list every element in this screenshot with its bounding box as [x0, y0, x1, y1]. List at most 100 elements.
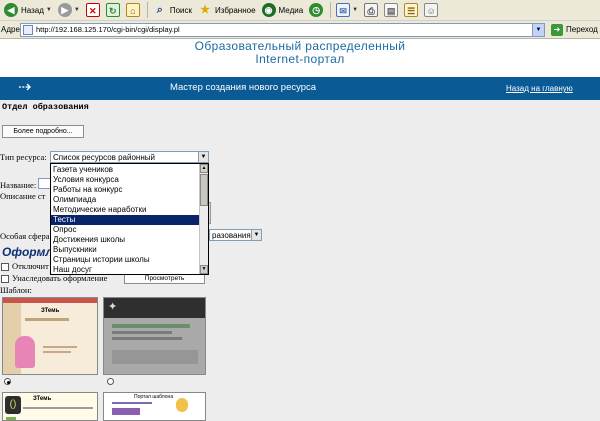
disable-checkbox[interactable]	[1, 263, 9, 271]
thumb-title: Портал шаблона	[134, 394, 174, 400]
discuss-button[interactable]: ☰	[402, 1, 420, 19]
thumb-figure	[176, 398, 188, 412]
refresh-button[interactable]: ↻	[104, 1, 122, 19]
printer-icon: ⎙	[364, 3, 379, 17]
thumb-block	[112, 408, 140, 415]
dropdown-option[interactable]: Работы на конкурс	[51, 185, 200, 195]
template-thumb-4[interactable]: Портал шаблона	[103, 392, 206, 421]
resource-type-select[interactable]: Список ресурсов районный ▼	[50, 151, 209, 163]
dropdown-option[interactable]: Олимпиада	[51, 195, 200, 205]
history-button[interactable]: ◷	[307, 1, 325, 19]
design-heading: Оформл	[2, 245, 53, 259]
dropdown-option[interactable]: Наш досуг	[51, 265, 200, 274]
mail-icon: ✉	[336, 3, 351, 17]
media-label: Медиа	[278, 5, 304, 15]
forward-button[interactable]: ▶ ▼	[56, 1, 82, 19]
thumb-line	[112, 337, 182, 340]
dropdown-option[interactable]: Выпускники	[51, 245, 200, 255]
template-radio-2[interactable]	[107, 378, 114, 385]
messenger-icon: ☺	[424, 3, 439, 17]
thumb-block	[112, 350, 198, 364]
dropdown-option[interactable]: Страницы истории школы	[51, 255, 200, 265]
dropdown-option[interactable]: Условия конкурса	[51, 175, 200, 185]
template-thumb-3[interactable]: () ЗТемь	[2, 392, 98, 421]
chevron-down-icon[interactable]: ▼	[532, 23, 544, 36]
sphere-value: разования	[212, 231, 251, 240]
address-url[interactable]: http://192.168.125.170/cgi-bin/cgi/displ…	[36, 25, 180, 34]
chevron-down-icon[interactable]: ▼	[46, 7, 52, 13]
resource-type-label: Тип ресурса:	[0, 152, 47, 162]
print-button[interactable]: ⎙	[362, 1, 380, 19]
go-button[interactable]: ➜ Переход	[551, 23, 598, 36]
thumb-line	[112, 402, 152, 404]
description-label: Описание ст	[0, 191, 46, 201]
address-bar: Адрес: http://192.168.125.170/cgi-bin/cg…	[0, 21, 600, 39]
chevron-down-icon[interactable]: ▼	[352, 7, 358, 13]
back-arrow-icon: ◀	[4, 3, 18, 17]
thumb-line	[23, 407, 93, 409]
scroll-down-icon[interactable]: ▼	[200, 265, 208, 274]
dropdown-option[interactable]: Методические наработки	[51, 205, 200, 215]
resource-type-value: Список ресурсов районный	[53, 153, 155, 162]
browser-toolbar: ◀ Назад ▼ ▶ ▼ ✕ ↻ ⌂ ⌕ Поиск ★ Избранное …	[0, 0, 600, 21]
name-label: Название:	[0, 180, 37, 190]
thumb-line	[112, 331, 172, 334]
toolbar-separator	[146, 2, 148, 18]
home-button[interactable]: ⌂	[124, 1, 142, 19]
template-radio-1[interactable]	[4, 378, 11, 385]
disable-label: Отключит	[12, 261, 49, 271]
thumb-line	[25, 318, 69, 321]
wizard-title: Мастер создания нового ресурса	[170, 82, 317, 93]
mail-button[interactable]: ✉ ▼	[334, 1, 360, 19]
sphere-label: Особая сфера	[0, 231, 50, 241]
home-icon: ⌂	[125, 3, 140, 17]
thumb-text	[43, 351, 71, 353]
chevron-down-icon[interactable]: ▼	[251, 230, 261, 240]
dropdown-option[interactable]: Достижения школы	[51, 235, 200, 245]
more-details-button[interactable]: Более подробно...	[2, 125, 84, 138]
history-icon: ◷	[309, 3, 324, 17]
media-button[interactable]: ◉ Медиа	[260, 1, 306, 19]
stop-button[interactable]: ✕	[84, 1, 102, 19]
stop-icon: ✕	[85, 3, 100, 17]
thumb-title: ЗТемь	[33, 396, 52, 402]
inherit-checkbox[interactable]	[1, 275, 9, 283]
thumb-text	[43, 346, 77, 348]
address-label: Адрес:	[1, 25, 27, 34]
chevron-down-icon[interactable]: ▼	[74, 7, 80, 13]
chevron-down-icon[interactable]: ▼	[198, 152, 208, 162]
toolbar-separator	[330, 2, 332, 18]
dropdown-option-selected[interactable]: Тесты	[51, 215, 200, 225]
dropdown-option[interactable]: Газета учеников	[51, 165, 200, 175]
go-arrow-icon: ➜	[551, 23, 563, 36]
thumb-figure	[15, 336, 35, 368]
search-icon: ⌕	[156, 4, 163, 16]
thumb-logo: ()	[5, 396, 21, 414]
dropdown-scrollbar[interactable]: ▲ ▼	[199, 164, 208, 274]
dropdown-option[interactable]: Опрос	[51, 225, 200, 235]
messenger-button[interactable]: ☺	[422, 1, 440, 19]
thumb-logo: ✦	[108, 301, 118, 313]
scroll-thumb[interactable]	[200, 174, 208, 206]
back-button[interactable]: ◀ Назад ▼	[2, 1, 54, 19]
department-title: Отдел образования	[2, 102, 89, 112]
media-icon: ◉	[261, 3, 276, 17]
thumb-line	[112, 324, 190, 328]
thumb-leaf	[6, 417, 16, 420]
favorites-button[interactable]: ★ Избранное	[196, 1, 258, 19]
template-thumb-1[interactable]: ЗТемь	[2, 297, 98, 375]
thumb-title: ЗТемь	[41, 308, 60, 314]
resource-type-dropdown[interactable]: Газета учеников Условия конкурса Работы …	[50, 163, 209, 275]
page-icon	[23, 24, 33, 35]
sphere-select[interactable]: разования ▼	[209, 229, 262, 241]
favorites-label: Избранное	[215, 5, 256, 15]
scroll-up-icon[interactable]: ▲	[200, 164, 208, 173]
search-button[interactable]: ⌕ Поиск	[151, 1, 194, 19]
home-link[interactable]: Назад на главную	[506, 84, 573, 93]
star-icon: ★	[200, 4, 210, 16]
template-thumb-2[interactable]: ✦	[103, 297, 206, 375]
edit-icon: ▤	[384, 3, 399, 17]
site-title: Образовательный распределенный Internet-…	[0, 40, 600, 66]
address-field[interactable]: http://192.168.125.170/cgi-bin/cgi/displ…	[20, 22, 545, 37]
edit-button[interactable]: ▤	[382, 1, 400, 19]
